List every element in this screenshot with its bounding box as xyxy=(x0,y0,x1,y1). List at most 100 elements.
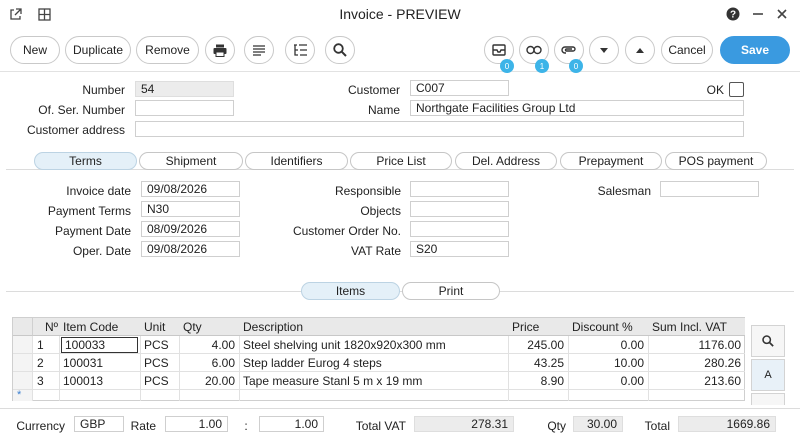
number-field[interactable]: 54 xyxy=(135,81,234,97)
search-button[interactable] xyxy=(325,36,355,64)
table-cell-description[interactable]: Steel shelving unit 1820x920x300 mm xyxy=(239,336,509,354)
oper-date-field[interactable]: 09/08/2026 xyxy=(141,241,240,257)
structure-button[interactable] xyxy=(285,36,315,64)
tab-shipment[interactable]: Shipment xyxy=(139,152,243,170)
column-header-qty[interactable]: Qty xyxy=(179,318,240,336)
table-cell-number[interactable]: 2 xyxy=(33,354,60,372)
oper-date-label: Oper. Date xyxy=(72,244,131,258)
new-row-cell[interactable] xyxy=(59,390,141,401)
table-cell-description[interactable]: Tape measure Stanl 5 m x 19 mm xyxy=(239,372,509,390)
table-cell-item-code[interactable]: 100013 xyxy=(59,372,141,390)
tab-del-address[interactable]: Del. Address xyxy=(455,152,557,170)
table-cell-sum[interactable]: 213.60 xyxy=(648,372,745,390)
new-row-cell[interactable] xyxy=(568,390,649,401)
vat-rate-field[interactable]: S20 xyxy=(410,241,509,257)
customer-address-field[interactable] xyxy=(135,121,744,137)
tab-prepayment[interactable]: Prepayment xyxy=(560,152,662,170)
row-selector[interactable] xyxy=(13,372,33,390)
text-lines-icon xyxy=(253,44,265,56)
column-header-price[interactable]: Price xyxy=(508,318,569,336)
column-header-discount[interactable]: Discount % xyxy=(568,318,649,336)
new-row-cell[interactable] xyxy=(239,390,509,401)
close-icon[interactable] xyxy=(773,5,791,23)
subtab-items[interactable]: Items xyxy=(301,282,400,300)
table-cell-sum[interactable]: 1176.00 xyxy=(648,336,745,354)
customer-field[interactable]: C007 xyxy=(410,80,509,96)
table-cell-qty[interactable]: 4.00 xyxy=(179,336,240,354)
minimize-icon[interactable] xyxy=(749,5,767,23)
ok-checkbox[interactable] xyxy=(729,82,744,97)
next-record-button[interactable] xyxy=(589,36,619,64)
table-cell-discount[interactable]: 10.00 xyxy=(568,354,649,372)
column-header-description[interactable]: Description xyxy=(239,318,509,336)
of-ser-number-field[interactable] xyxy=(135,100,234,116)
notes-button[interactable] xyxy=(244,36,274,64)
table-cell-qty[interactable]: 6.00 xyxy=(179,354,240,372)
table-cell-price[interactable]: 245.00 xyxy=(508,336,569,354)
name-field[interactable]: Northgate Facilities Group Ltd xyxy=(410,100,744,116)
grid-search-button[interactable] xyxy=(751,325,785,357)
cancel-button[interactable]: Cancel xyxy=(661,36,713,64)
footer-divider xyxy=(0,408,800,409)
table-cell-unit[interactable]: PCS xyxy=(140,336,180,354)
customer-order-field[interactable] xyxy=(410,221,509,237)
column-header-item-code[interactable]: Item Code xyxy=(59,318,141,336)
table-cell-description[interactable]: Step ladder Eurog 4 steps xyxy=(239,354,509,372)
rate-label: Rate xyxy=(130,419,156,433)
table-cell-qty[interactable]: 20.00 xyxy=(179,372,240,390)
rate-field[interactable]: 1.00 xyxy=(165,416,228,432)
table-cell-item-code[interactable]: 100033 xyxy=(59,336,141,354)
tab-terms[interactable]: Terms xyxy=(34,152,137,170)
print-button[interactable] xyxy=(205,36,235,64)
new-row-cell[interactable] xyxy=(33,390,60,401)
table-cell-price[interactable]: 43.25 xyxy=(508,354,569,372)
help-icon[interactable]: ? xyxy=(724,5,742,23)
tab-pos-payment[interactable]: POS payment xyxy=(665,152,767,170)
rate-field-2[interactable]: 1.00 xyxy=(259,416,324,432)
of-ser-number-label: Of. Ser. Number xyxy=(38,103,125,117)
new-row-cell[interactable] xyxy=(179,390,240,401)
table-cell-unit[interactable]: PCS xyxy=(140,354,180,372)
tab-identifiers[interactable]: Identifiers xyxy=(245,152,348,170)
table-cell-number[interactable]: 3 xyxy=(33,372,60,390)
column-header-unit[interactable]: Unit xyxy=(140,318,180,336)
item-code-editor[interactable]: 100033 xyxy=(61,337,138,353)
grid-layout-icon[interactable] xyxy=(35,5,53,23)
table-cell-sum[interactable]: 280.26 xyxy=(648,354,745,372)
table-cell-unit[interactable]: PCS xyxy=(140,372,180,390)
previous-record-button[interactable] xyxy=(625,36,655,64)
open-external-icon[interactable] xyxy=(6,5,24,23)
new-row-cell[interactable] xyxy=(508,390,569,401)
payment-date-label: Payment Date xyxy=(54,224,131,238)
new-row-marker[interactable]: * xyxy=(13,390,33,401)
table-cell-price[interactable]: 8.90 xyxy=(508,372,569,390)
invoice-date-field[interactable]: 09/08/2026 xyxy=(141,181,240,197)
tab-price-list[interactable]: Price List xyxy=(350,152,452,170)
payment-date-field[interactable]: 08/09/2026 xyxy=(141,221,240,237)
duplicate-button[interactable]: Duplicate xyxy=(65,36,131,64)
subtab-print[interactable]: Print xyxy=(402,282,500,300)
row-header-corner xyxy=(13,318,33,336)
table-cell-discount[interactable]: 0.00 xyxy=(568,372,649,390)
new-button[interactable]: New xyxy=(10,36,60,64)
search-icon xyxy=(762,335,774,347)
responsible-field[interactable] xyxy=(410,181,509,197)
save-button[interactable]: Save xyxy=(720,36,790,64)
row-selector[interactable] xyxy=(13,354,33,372)
salesman-label: Salesman xyxy=(597,184,651,198)
objects-field[interactable] xyxy=(410,201,509,217)
row-selector[interactable] xyxy=(13,336,33,354)
table-cell-number[interactable]: 1 xyxy=(33,336,60,354)
ok-label: OK xyxy=(706,83,724,97)
grid-extra-button[interactable] xyxy=(751,393,785,405)
remove-button[interactable]: Remove xyxy=(136,36,199,64)
table-cell-item-code[interactable]: 100031 xyxy=(59,354,141,372)
payment-terms-field[interactable]: N30 xyxy=(141,201,240,217)
currency-field[interactable]: GBP xyxy=(74,416,124,432)
new-row-cell[interactable] xyxy=(140,390,180,401)
name-label: Name xyxy=(367,103,400,117)
column-header-sum-incl-vat[interactable]: Sum Incl. VAT xyxy=(648,318,745,336)
grid-mode-a-button[interactable]: A xyxy=(751,359,785,391)
table-cell-discount[interactable]: 0.00 xyxy=(568,336,649,354)
salesman-field[interactable] xyxy=(660,181,759,197)
